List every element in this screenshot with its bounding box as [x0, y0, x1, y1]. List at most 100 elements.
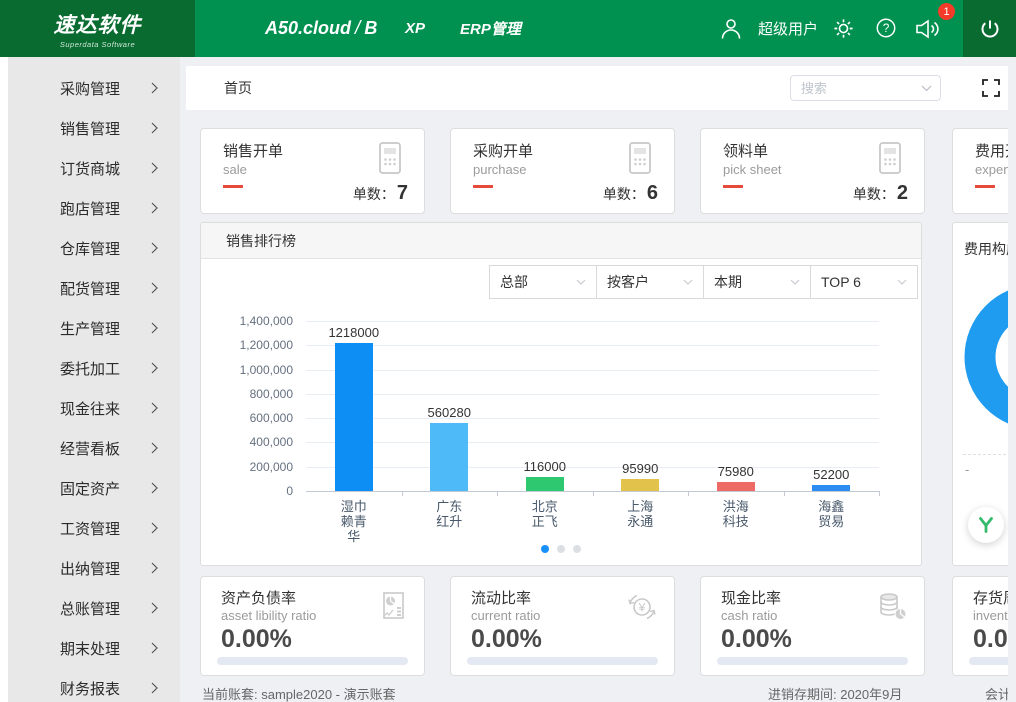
chevron-right-icon — [151, 242, 158, 254]
card-subtitle: purchase — [473, 162, 526, 177]
x-axis-tick — [688, 491, 689, 496]
sidebar-item-warehouse[interactable]: 仓库管理 — [8, 228, 180, 268]
stat-card-expenditure[interactable]: 费用开支 expenditure — [952, 128, 1008, 214]
sidebar-item-payroll[interactable]: 工资管理 — [8, 508, 180, 548]
help-icon[interactable]: ? — [875, 17, 897, 39]
chart-bar-slot: 95990 — [593, 321, 689, 491]
ratio-card-current-ratio: 流动比率 current ratio 0.00% ¥ — [450, 576, 675, 676]
red-dash — [473, 185, 493, 188]
bar-value-label: 52200 — [784, 467, 880, 482]
sidebar-item-period-end[interactable]: 期末处理 — [8, 628, 180, 668]
chart-bar — [812, 485, 850, 491]
category-label: 上海 永通 — [593, 499, 689, 529]
card-subtitle: pick sheet — [723, 162, 782, 177]
card-title: 流动比率 — [471, 587, 531, 608]
y-tick-label: 1,200,000 — [240, 338, 293, 352]
product-suffix: B — [364, 18, 377, 39]
chevron-right-icon — [151, 82, 158, 94]
stat-card-sale[interactable]: 销售开单 sale 单数：7 — [200, 128, 425, 214]
user-icon[interactable] — [718, 16, 744, 42]
chart-plot: 1218000560280116000959907598052200 — [306, 321, 879, 491]
card-value: 0.00% — [973, 625, 1008, 654]
filter-top-n-select[interactable]: TOP 6 — [810, 265, 918, 299]
topbar: 首页 — [186, 66, 1008, 110]
logo: 速达软件 Superdata Software — [0, 0, 195, 57]
chevron-right-icon — [151, 682, 158, 694]
chart-bar — [430, 423, 468, 491]
x-axis-tick — [497, 491, 498, 496]
category-label: 北京 正飞 — [497, 499, 593, 529]
logout-button[interactable] — [963, 0, 1016, 57]
y-tick-label: 1,000,000 — [240, 363, 293, 377]
chart-bar-slot: 1218000 — [306, 321, 402, 491]
speaker-icon[interactable] — [914, 18, 941, 40]
sidebar-item-cash-flow[interactable]: 现金往来 — [8, 388, 180, 428]
search-input[interactable] — [790, 75, 941, 101]
coins-pie-icon — [874, 589, 910, 625]
category-label: 湿巾 赖青 华 — [306, 499, 402, 544]
sidebar-item-distribution[interactable]: 配货管理 — [8, 268, 180, 308]
filter-by-customer-select[interactable]: 按客户 — [596, 265, 704, 299]
sidebar-item-sales[interactable]: 销售管理 — [8, 108, 180, 148]
sidebar-item-store-visit[interactable]: 跑店管理 — [8, 188, 180, 228]
sidebar-item-business-dashboard[interactable]: 经营看板 — [8, 428, 180, 468]
y-tick-label: 200,000 — [250, 460, 293, 474]
sidebar-item-purchase[interactable]: 采购管理 — [8, 68, 180, 108]
sidebar-item-outsourcing[interactable]: 委托加工 — [8, 348, 180, 388]
sidebar-item-label: 订货商城 — [60, 158, 120, 179]
calculator-icon — [622, 140, 658, 176]
stat-card-pick-sheet[interactable]: 领料单 pick sheet 单数：2 — [700, 128, 925, 214]
chevron-right-icon — [151, 282, 158, 294]
carousel-dot[interactable] — [557, 545, 565, 553]
superdata-float-button[interactable] — [968, 507, 1004, 543]
chevron-right-icon — [151, 442, 158, 454]
product-label: A50.cloud — [265, 18, 351, 39]
chevron-right-icon — [151, 402, 158, 414]
breadcrumb[interactable]: 首页 — [224, 66, 252, 110]
card-title: 现金比率 — [721, 587, 781, 608]
category-label: 广东 红升 — [402, 499, 498, 529]
filter-org-select[interactable]: 总部 — [489, 265, 597, 299]
chevron-right-icon — [151, 602, 158, 614]
metric-label: 单数： — [853, 186, 895, 202]
card-subtitle: current ratio — [471, 608, 540, 623]
chart-bar-slot: 116000 — [497, 321, 593, 491]
sidebar-item-general-ledger[interactable]: 总账管理 — [8, 588, 180, 628]
panel-title: 销售排行榜 — [201, 223, 921, 259]
progress-bar — [217, 657, 408, 665]
superdata-logo-icon — [977, 516, 995, 534]
sidebar-item-label: 出纳管理 — [60, 558, 120, 579]
fullscreen-icon[interactable] — [982, 79, 1000, 97]
chart-y-axis: 1,400,0001,200,0001,000,000800,000600,00… — [201, 321, 293, 491]
carousel-dot[interactable] — [541, 545, 549, 553]
donut-chart — [964, 284, 1008, 430]
chart-bar-slot: 52200 — [784, 321, 880, 491]
card-title: 领料单 — [723, 140, 768, 161]
sidebar-item-order-mall[interactable]: 订货商城 — [8, 148, 180, 188]
ratio-card-cash-ratio: 现金比率 cash ratio 0.00% — [700, 576, 925, 676]
settings-gear-icon[interactable] — [832, 17, 855, 40]
stat-card-purchase[interactable]: 采购开单 purchase 单数：6 — [450, 128, 675, 214]
sidebar-item-label: 销售管理 — [60, 118, 120, 139]
chevron-right-icon — [151, 522, 158, 534]
username-label[interactable]: 超级用户 — [758, 0, 818, 57]
edition-label: XP — [405, 0, 425, 57]
module-label[interactable]: ERP管理 — [460, 0, 521, 57]
sidebar-item-cashier[interactable]: 出纳管理 — [8, 548, 180, 588]
search-field[interactable] — [801, 81, 921, 96]
filter-period-select[interactable]: 本期 — [703, 265, 811, 299]
sidebar-item-production[interactable]: 生产管理 — [8, 308, 180, 348]
carousel-dot[interactable] — [573, 545, 581, 553]
sidebar-item-label: 现金往来 — [60, 398, 120, 419]
sales-ranking-panel: 销售排行榜 总部 按客户 本期 TOP 6 1,400,0001,200,000… — [200, 222, 922, 566]
chart-bar — [621, 479, 659, 491]
sidebar-item-label: 财务报表 — [60, 678, 120, 699]
bar-value-label: 95990 — [593, 461, 689, 476]
chevron-down-icon — [921, 85, 932, 92]
card-subtitle: inventory turnover ratio — [973, 608, 1008, 623]
sidebar-item-fixed-assets[interactable]: 固定资产 — [8, 468, 180, 508]
sidebar-item-label: 跑店管理 — [60, 198, 120, 219]
bar-value-label: 116000 — [497, 459, 593, 474]
sidebar-item-financial-reports[interactable]: 财务报表 — [8, 668, 180, 702]
progress-bar — [717, 657, 908, 665]
